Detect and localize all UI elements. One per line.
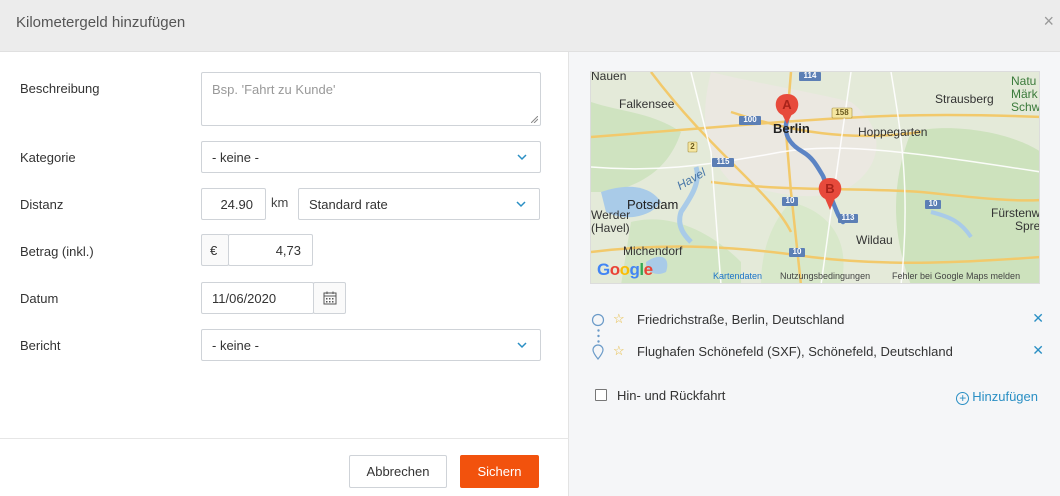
route-panel: Nauen Falkensee Berlin Hoppegarten Strau… [569, 52, 1060, 496]
report-select[interactable]: - keine - [201, 329, 541, 361]
calendar-icon [323, 291, 337, 305]
report-value: - keine - [212, 338, 259, 353]
amount-value: 4,73 [275, 243, 301, 258]
rate-value: Standard rate [309, 197, 388, 212]
route-stop: ☆ Friedrichstraße, Berlin, Deutschland ✕ [589, 310, 1044, 330]
map-label-werder: Werder [591, 208, 631, 222]
category-select[interactable]: - keine - [201, 141, 541, 173]
road-badge: 10 [785, 196, 795, 205]
save-button[interactable]: Sichern [460, 455, 539, 488]
description-textarea[interactable]: Bsp. 'Fahrt zu Kunde' [201, 72, 541, 126]
map-label-nauen: Nauen [591, 71, 627, 83]
distance-value: 24.90 [220, 197, 253, 212]
distance-label: Distanz [20, 197, 64, 212]
add-stop-button[interactable]: + Hinzufügen [956, 389, 1038, 405]
map-label-strausberg: Strausberg [935, 92, 994, 106]
round-trip-checkbox[interactable] [595, 389, 607, 401]
chevron-down-icon [516, 152, 528, 162]
map-label-berlin: Berlin [773, 121, 810, 136]
road-badge: 10 [792, 247, 802, 256]
form-panel: Beschreibung Bsp. 'Fahrt zu Kunde' Kateg… [0, 52, 569, 496]
chevron-down-icon [515, 199, 527, 209]
map-data-link[interactable]: Kartendaten [713, 271, 762, 281]
chevron-down-icon [516, 340, 528, 350]
date-input[interactable]: 11/06/2020 [201, 282, 314, 314]
map-label-hoppegarten: Hoppegarten [858, 125, 928, 139]
date-value: 11/06/2020 [212, 291, 277, 306]
road-badge: 114 [803, 71, 817, 80]
map-label-potsdam: Potsdam [627, 197, 679, 212]
map-label-falkensee: Falkensee [619, 97, 675, 111]
category-value: - keine - [212, 150, 259, 165]
marker-b-label: B [825, 181, 835, 196]
route-map[interactable]: Nauen Falkensee Berlin Hoppegarten Strau… [590, 71, 1040, 284]
amount-label: Betrag (inkl.) [20, 244, 94, 259]
terms-link[interactable]: Nutzungsbedingungen [780, 271, 870, 281]
cancel-button[interactable]: Abbrechen [349, 455, 447, 488]
currency-addon: € [201, 234, 229, 266]
rate-select[interactable]: Standard rate [298, 188, 540, 220]
date-label: Datum [20, 291, 59, 306]
map-label-schw: Schw [1011, 100, 1040, 114]
road-badge: 10 [928, 199, 938, 208]
stop-address: Flughafen Schönefeld (SXF), Schönefeld, … [637, 344, 953, 359]
map-label-michendorf: Michendorf [623, 244, 683, 258]
calendar-button[interactable] [313, 282, 346, 314]
description-placeholder: Bsp. 'Fahrt zu Kunde' [212, 82, 336, 97]
currency-symbol: € [210, 243, 218, 258]
stop-address: Friedrichstraße, Berlin, Deutschland [637, 312, 845, 327]
road-badge: 113 [841, 213, 855, 222]
road-badge: 100 [743, 115, 757, 124]
marker-a-label: A [782, 97, 792, 112]
map-label-spre: Spre [1015, 219, 1040, 233]
map-label-wildau: Wildau [856, 233, 893, 247]
remove-stop-icon[interactable]: ✕ [1032, 310, 1044, 327]
dialog-title: Kilometergeld hinzufügen [16, 14, 186, 31]
star-icon[interactable]: ☆ [613, 311, 625, 327]
google-logo: Google [597, 260, 653, 279]
add-stop-label: Hinzufügen [972, 389, 1038, 404]
road-badge: 115 [716, 157, 730, 166]
road-badge: 2 [690, 142, 695, 151]
distance-input[interactable]: 24.90 [201, 188, 266, 220]
amount-input[interactable]: 4,73 [228, 234, 313, 266]
route-dots-icon [597, 329, 600, 343]
close-icon[interactable]: × [1043, 12, 1054, 30]
resize-handle-icon[interactable] [531, 116, 538, 123]
round-trip-label: Hin- und Rückfahrt [617, 388, 726, 403]
remove-stop-icon[interactable]: ✕ [1032, 342, 1044, 359]
report-map-error-link[interactable]: Fehler bei Google Maps melden [892, 271, 1020, 281]
map-label-natur: Natu [1011, 74, 1037, 88]
category-label: Kategorie [20, 150, 76, 165]
star-icon[interactable]: ☆ [613, 343, 625, 359]
plus-circle-icon: + [956, 392, 970, 405]
map-label-havel-town: (Havel) [591, 221, 630, 235]
report-label: Bericht [20, 338, 61, 353]
destination-pin-icon [592, 344, 604, 360]
map-label-maerk: Märk [1011, 87, 1038, 101]
map-label-fuerstenw: Fürstenw [991, 206, 1040, 220]
route-stop: ☆ Flughafen Schönefeld (SXF), Schönefeld… [589, 342, 1044, 362]
road-badge: 158 [835, 108, 849, 117]
dialog-header: Kilometergeld hinzufügen × [0, 0, 1060, 52]
start-point-icon [591, 313, 605, 327]
description-label: Beschreibung [20, 81, 100, 96]
distance-unit: km [271, 195, 289, 210]
footer-divider [0, 438, 569, 439]
